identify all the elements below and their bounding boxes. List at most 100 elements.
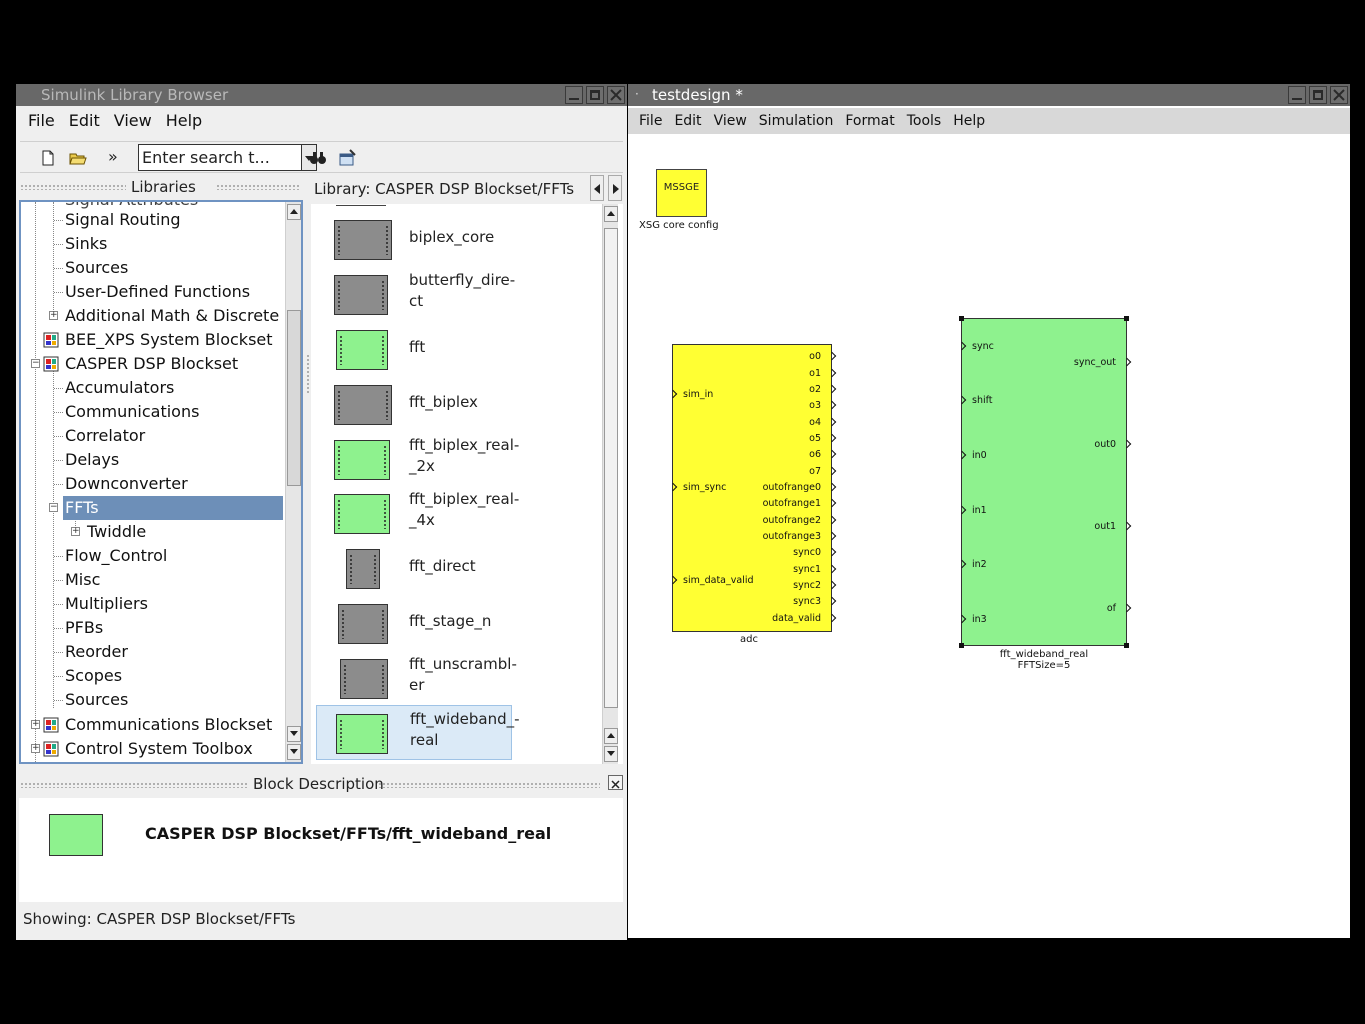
model-titlebar[interactable]: · testdesign * [628,84,1350,106]
output-port[interactable]: outofrange0 [763,483,829,493]
xsg-core-config-block[interactable]: MSSGE [656,169,707,217]
menu-tools[interactable]: Tools [901,108,948,134]
input-port[interactable]: sim_sync [675,483,726,493]
tree-item-communications[interactable]: Communications [65,400,199,424]
tree-item-twiddle[interactable]: Twiddle [87,520,146,544]
block-item[interactable]: fft_biplex_real- _2x [316,432,519,487]
input-port[interactable]: sync [964,342,994,352]
tree-item-scopes[interactable]: Scopes [65,664,122,688]
output-port[interactable]: o2 [809,385,829,395]
input-port[interactable]: shift [964,396,993,406]
block-list-scrollbar[interactable] [602,204,618,764]
open-folder-icon[interactable] [68,148,88,168]
binoculars-icon[interactable] [308,148,328,168]
tree-item-misc[interactable]: Misc [65,568,100,592]
menu-view[interactable]: View [708,108,753,134]
tree-item-bee-xps[interactable]: BEE_XPS System Blockset [65,328,273,352]
input-port[interactable]: sim_data_valid [675,576,754,586]
scroll-down-button[interactable] [287,726,301,742]
output-port[interactable]: o4 [809,418,829,428]
selection-handle[interactable] [1124,316,1129,321]
tree-item-reorder[interactable]: Reorder [65,640,128,664]
output-port[interactable]: o5 [809,434,829,444]
scroll-down-button[interactable] [604,746,618,762]
window-menu-icon[interactable]: · [635,88,647,101]
input-port[interactable]: in1 [964,506,987,516]
menu-help[interactable]: Help [159,108,209,136]
selection-handle[interactable] [959,316,964,321]
pin-window-icon[interactable] [338,148,358,168]
block-item-selected[interactable]: fft_wideband_- real [316,705,520,760]
tree-item-multipliers[interactable]: Multipliers [65,592,148,616]
maximize-button[interactable] [1309,86,1327,104]
scroll-down-button[interactable] [287,744,301,760]
expand-icon[interactable]: + [31,744,40,753]
menu-file[interactable]: File [21,108,62,136]
tree-item-sources-casper[interactable]: Sources [65,688,128,712]
tree-item-flow-control[interactable]: Flow_Control [65,544,167,568]
toolbar-overflow-icon[interactable]: » [108,147,118,166]
scroll-up-button[interactable] [287,204,301,220]
output-port[interactable]: out1 [1094,522,1124,532]
block-item[interactable]: biplex_core [316,212,512,267]
scroll-thumb[interactable] [287,310,301,486]
output-port[interactable]: o7 [809,467,829,477]
expand-icon[interactable]: + [49,311,58,320]
tree-item-sinks[interactable]: Sinks [65,232,107,256]
tree-item-communications-blockset[interactable]: Communications Blockset [65,713,272,737]
search-input[interactable]: Enter search t... [138,144,302,171]
tree-item-accumulators[interactable]: Accumulators [65,376,174,400]
tree-item-control-system-toolbox[interactable]: Control System Toolbox [65,737,253,761]
input-port[interactable]: in0 [964,451,987,461]
expand-icon[interactable]: + [71,527,80,536]
menu-view[interactable]: View [107,108,159,136]
input-port[interactable]: in3 [964,615,987,625]
output-port[interactable]: data_valid [772,614,829,624]
tree-item-delays[interactable]: Delays [65,448,119,472]
adc-block[interactable]: sim_in sim_sync sim_data_valid o0 o1 o2 … [672,344,832,632]
block-item[interactable]: fft_unscrambl-er [316,651,517,706]
output-port[interactable]: o0 [809,352,829,362]
output-port[interactable]: sync0 [793,548,829,558]
tree-item-user-defined-functions[interactable]: User-Defined Functions [65,280,250,304]
fft-wideband-real-block[interactable]: sync shift in0 in1 in2 in3 sync_out out0… [961,318,1127,646]
collapse-icon[interactable]: − [31,359,40,368]
scroll-right-button[interactable] [608,175,622,201]
menu-help[interactable]: Help [947,108,991,134]
selection-handle[interactable] [1124,643,1129,648]
tree-item-additional-math[interactable]: Additional Math & Discrete [65,304,279,328]
output-port[interactable]: o6 [809,450,829,460]
block-item[interactable]: fft [316,322,512,377]
close-button[interactable] [1330,86,1348,104]
input-port[interactable]: sim_in [675,390,713,400]
block-item[interactable]: butterfly_dire-ct [316,267,515,322]
new-model-icon[interactable] [38,148,58,168]
maximize-button[interactable] [586,86,604,104]
close-description-button[interactable] [608,775,623,790]
output-port[interactable]: outofrange1 [763,499,829,509]
menu-file[interactable]: File [633,108,668,134]
expand-icon[interactable]: + [31,720,40,729]
tree-item-ffts[interactable]: FFTs [63,496,283,520]
close-button[interactable] [607,86,625,104]
menu-edit[interactable]: Edit [62,108,107,136]
output-port[interactable]: sync1 [793,565,829,575]
block-item[interactable]: fft_stage_n [316,596,512,651]
tree-item-pfbs[interactable]: PFBs [65,616,103,640]
menu-simulation[interactable]: Simulation [753,108,840,134]
tree-scrollbar[interactable] [285,202,301,762]
scroll-up-button[interactable] [604,728,618,744]
output-port[interactable]: sync2 [793,581,829,591]
input-port[interactable]: in2 [964,560,987,570]
output-port[interactable]: of [1107,604,1124,614]
output-port[interactable]: outofrange3 [763,532,829,542]
output-port[interactable]: outofrange2 [763,516,829,526]
block-item[interactable]: fft_biplex_real- _4x [316,486,519,541]
block-item[interactable]: fft_biplex [316,377,512,432]
tree-item-sources[interactable]: Sources [65,256,128,280]
output-port[interactable]: sync3 [793,597,829,607]
output-port[interactable]: out0 [1094,440,1124,450]
scroll-left-button[interactable] [590,175,604,201]
selection-handle[interactable] [959,643,964,648]
menu-edit[interactable]: Edit [668,108,707,134]
